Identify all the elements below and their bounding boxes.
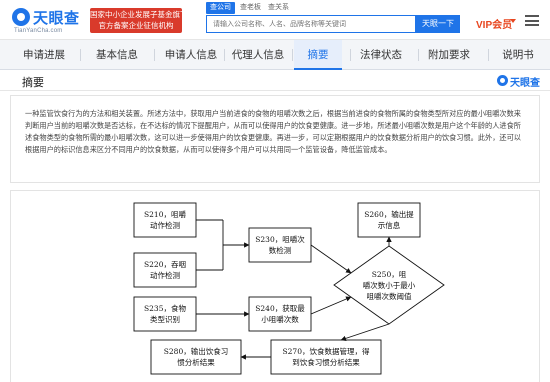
search-input[interactable] <box>207 16 415 32</box>
tab-divider <box>488 49 489 61</box>
s210-label-1: S210，咀嚼 <box>144 210 186 219</box>
search-tab-company[interactable]: 查公司 <box>206 2 235 14</box>
s260-label-1: S260，输出提 <box>364 209 414 219</box>
tab-divider <box>80 49 81 61</box>
site-logo[interactable]: 天眼查 TianYanCha.com <box>12 6 90 36</box>
section-title: 摘要 <box>22 77 44 89</box>
tab-divider <box>292 49 293 61</box>
step-s235-box <box>133 296 197 332</box>
tab-basic-info[interactable]: 基本信息 <box>86 40 148 70</box>
tab-agent-info[interactable]: 代理人信息 <box>226 40 290 70</box>
tab-specification[interactable]: 说明书 <box>494 40 542 70</box>
s235-label-1: S235，食物 <box>144 303 186 313</box>
badge-line-1: 国家中小企业发展子基金旗下 <box>90 10 188 19</box>
s270-label-2: 到饮食习惯分析结果 <box>292 357 360 367</box>
abstract-figure: S210，咀嚼 动作检测 S220，吞咽 动作检测 S230，咀嚼次 数检测 S… <box>10 190 540 382</box>
step-s210-box <box>133 202 197 238</box>
s230-label-2: 数检测 <box>269 245 292 255</box>
tab-divider <box>418 49 419 61</box>
tab-application-progress[interactable]: 申请进展 <box>14 40 74 70</box>
tab-divider <box>224 49 225 61</box>
s260-label-2: 示信息 <box>378 220 401 230</box>
vip-member-link[interactable]: VIP会员 <box>476 16 512 31</box>
abstract-section-header: 摘要 天眼查 <box>0 71 550 91</box>
step-s240-box <box>248 296 312 332</box>
eye-logo-icon <box>497 75 508 86</box>
step-s270-box <box>270 339 382 375</box>
s240-label-2: 小咀嚼次数 <box>261 314 299 324</box>
s280-label-1: S280，输出饮食习 <box>164 346 228 356</box>
tab-abstract[interactable]: 摘要 <box>294 40 342 70</box>
s220-label-2: 动作检测 <box>150 270 180 280</box>
official-badge: 国家中小企业发展子基金旗下 官方备案企业征信机构 <box>90 8 188 33</box>
tab-divider <box>154 49 155 61</box>
s250-label-1: S250，咀 <box>372 270 407 279</box>
s250-label-2: 嚼次数小于最小 <box>363 280 416 290</box>
eye-logo-icon <box>12 8 30 26</box>
tab-applicant-info[interactable]: 申请人信息 <box>158 40 224 70</box>
abstract-text: 一种监管饮食行为的方法和相关装置。所述方法中，获取用户当前进食的食物的咀嚼次数之… <box>10 95 540 183</box>
s240-label-1: S240，获取最 <box>255 303 305 313</box>
site-header: 天眼查 TianYanCha.com 国家中小企业发展子基金旗下 官方备案企业征… <box>0 0 550 40</box>
menu-icon[interactable] <box>525 15 539 26</box>
search-button[interactable]: 天眼一下 <box>416 15 460 33</box>
patent-nav-tabs: 申请进展 基本信息 申请人信息 代理人信息 摘要 法律状态 附加要求 说明书 <box>0 40 550 70</box>
s230-label-1: S230，咀嚼次 <box>255 234 305 244</box>
badge-line-2: 官方备案企业征信机构 <box>98 21 174 30</box>
step-s220-box <box>133 252 197 288</box>
watermark-text: 天眼查 <box>510 78 540 89</box>
step-s230-box <box>248 227 312 263</box>
s220-label-1: S220，吞咽 <box>144 260 186 269</box>
step-s260-box <box>357 202 421 238</box>
logo-subtext: TianYanCha.com <box>14 28 63 34</box>
s250-label-3: 咀嚼次数阈值 <box>367 291 412 301</box>
s280-label-2: 惯分析结果 <box>177 357 215 367</box>
flowchart: S210，咀嚼 动作检测 S220，吞咽 动作检测 S230，咀嚼次 数检测 S… <box>133 202 445 375</box>
chevron-down-icon[interactable] <box>510 19 516 23</box>
tab-divider <box>350 49 351 61</box>
s210-label-2: 动作检测 <box>150 220 180 230</box>
s235-label-2: 类型识别 <box>150 314 180 324</box>
search-tab-relation[interactable]: 查关系 <box>268 2 289 14</box>
search-box <box>206 15 416 33</box>
tab-legal-status[interactable]: 法律状态 <box>352 40 410 70</box>
search-tab-boss[interactable]: 查老板 <box>240 2 261 14</box>
s270-label-1: S270，饮食数据管理，得 <box>283 346 370 356</box>
tab-additional-requirements[interactable]: 附加要求 <box>420 40 478 70</box>
logo-text: 天眼查 <box>33 10 80 27</box>
step-s280-box <box>150 339 242 375</box>
